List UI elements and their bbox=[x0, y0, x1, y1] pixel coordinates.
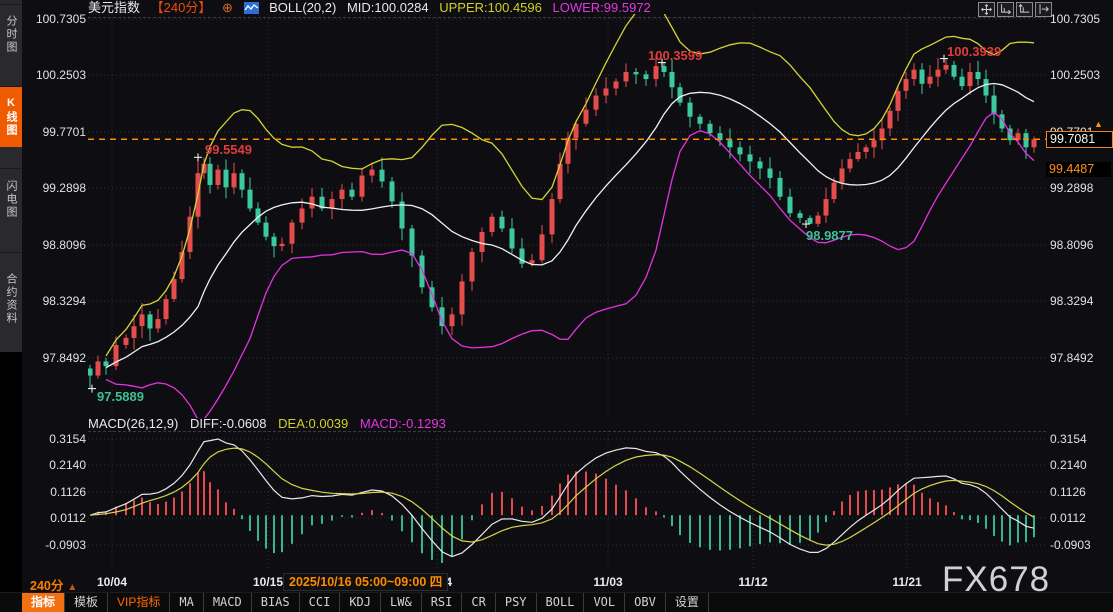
macd-label[interactable]: MACD(26,12,9) bbox=[88, 416, 178, 431]
macd-chart-canvas[interactable] bbox=[88, 431, 1046, 568]
macd-y-label-right-1: 0.2140 bbox=[1050, 459, 1087, 472]
macd-y-label-right-4: -0.0903 bbox=[1050, 539, 1091, 552]
toolbar-tab-boll[interactable]: BOLL bbox=[537, 593, 585, 612]
date-label-10-15: 10/15 bbox=[253, 575, 283, 589]
toolbar-tab-bias[interactable]: BIAS bbox=[252, 593, 300, 612]
interval-text: 240分 bbox=[30, 579, 63, 593]
main-chart-canvas[interactable] bbox=[88, 14, 1046, 418]
toolbar-tab-macd[interactable]: MACD bbox=[204, 593, 252, 612]
toolbar-tab-item0[interactable]: 指标 bbox=[22, 593, 65, 612]
interval-tag[interactable]: 【240分】 bbox=[151, 0, 212, 15]
macd-dea-value: DEA:0.0039 bbox=[278, 416, 348, 431]
toolbar-tab-cr[interactable]: CR bbox=[462, 593, 495, 612]
sidebar-item-4[interactable]: 合约资料 bbox=[0, 252, 22, 345]
toolbar-tab-item1[interactable]: 模板 bbox=[65, 593, 108, 612]
date-label-11-21: 11/21 bbox=[892, 575, 921, 589]
toolbar-tab-lw[interactable]: LW& bbox=[381, 593, 422, 612]
toolbar-tab-rsi[interactable]: RSI bbox=[422, 593, 463, 612]
main-y-label-left-3: 99.2898 bbox=[24, 182, 86, 195]
macd-y-label-left-4: -0.0903 bbox=[24, 539, 86, 552]
toolbar-tab-psy[interactable]: PSY bbox=[496, 593, 537, 612]
toolbar-tab-kdj[interactable]: KDJ bbox=[340, 593, 381, 612]
sidebar-item-1[interactable]: 分时图 bbox=[0, 4, 22, 63]
indicator-toolbar: 指标模板VIP指标MAMACDBIASCCIKDJLW&RSICRPSYBOLL… bbox=[0, 592, 1113, 612]
macd-macd-value: MACD:-0.1293 bbox=[360, 416, 446, 431]
jump-to-latest-icon[interactable]: ▲ bbox=[1094, 119, 1103, 129]
main-y-label-left-5: 98.3294 bbox=[24, 295, 86, 308]
current-price-tag: 99.7081 bbox=[1046, 131, 1113, 148]
main-y-label-right-1: 100.2503 bbox=[1050, 69, 1100, 82]
macd-y-label-right-2: 0.1126 bbox=[1050, 486, 1086, 499]
toolbar-tab-cci[interactable]: CCI bbox=[300, 593, 341, 612]
macd-y-label-left-1: 0.2140 bbox=[24, 459, 86, 472]
boll-label[interactable]: BOLL(20,2) bbox=[269, 0, 336, 15]
main-y-label-left-4: 98.8096 bbox=[24, 239, 86, 252]
add-compare-icon[interactable]: ⊕ bbox=[222, 0, 233, 15]
main-y-label-left-1: 100.2503 bbox=[24, 69, 86, 82]
price-annotation-100.3939: 100.3939 bbox=[947, 44, 1001, 59]
main-y-label-right-4: 98.8096 bbox=[1050, 239, 1093, 252]
macd-y-label-left-3: 0.0112 bbox=[24, 512, 86, 525]
main-y-label-right-0: 100.7305 bbox=[1050, 13, 1100, 26]
main-y-label-left-6: 97.8492 bbox=[24, 352, 86, 365]
price-annotation-97.5889: 97.5889 bbox=[97, 389, 144, 404]
boll-lower-value: LOWER:99.5972 bbox=[553, 0, 651, 15]
main-y-label-right-5: 98.3294 bbox=[1050, 295, 1093, 308]
main-y-label-right-6: 97.8492 bbox=[1050, 352, 1093, 365]
main-y-label-left-0: 100.7305 bbox=[24, 13, 86, 26]
macd-y-label-left-0: 0.3154 bbox=[24, 433, 86, 446]
date-label-10-04: 10/04 bbox=[97, 575, 127, 589]
kline-app: 分时图 K线图闪电图合约资料 美元指数 【240分】 ⊕ BOLL(20,2) M… bbox=[0, 0, 1113, 612]
price-annotation-98.9877: 98.9877 bbox=[806, 228, 853, 243]
toolbar-tab-obv[interactable]: OBV bbox=[625, 593, 666, 612]
macd-y-label-right-3: 0.0112 bbox=[1050, 512, 1086, 525]
date-label-11-12: 11/12 bbox=[738, 575, 767, 589]
main-y-label-left-2: 99.7701 bbox=[24, 126, 86, 139]
toolbar-tab-ma[interactable]: MA bbox=[170, 593, 203, 612]
sidebar-item-2[interactable]: K线图 bbox=[0, 86, 22, 147]
macd-diff-value: DIFF:-0.0608 bbox=[190, 416, 267, 431]
date-label-11-03: 11/03 bbox=[593, 575, 622, 589]
toolbar-tab-item2[interactable]: VIP指标 bbox=[108, 593, 170, 612]
bar-time-tooltip: 2025/10/16 05:00~09:00 四 bbox=[283, 573, 448, 591]
main-y-label-right-3: 99.2898 bbox=[1050, 182, 1093, 195]
price-annotation-99.5549: 99.5549 bbox=[205, 142, 252, 157]
reference-price-tag: 99.4487 bbox=[1046, 162, 1111, 177]
chart-type-sidebar: 分时图 K线图闪电图合约资料 bbox=[0, 0, 22, 612]
instrument-title: 美元指数 bbox=[88, 0, 140, 15]
price-annotation-100.3599: 100.3599 bbox=[648, 48, 702, 63]
toolbar-tab-vol[interactable]: VOL bbox=[584, 593, 625, 612]
macd-y-label-right-0: 0.3154 bbox=[1050, 433, 1087, 446]
boll-upper-value: UPPER:100.4596 bbox=[439, 0, 542, 15]
macd-header: MACD(26,12,9) DIFF:-0.0608 DEA:0.0039 MA… bbox=[88, 417, 1046, 432]
sidebar-item-3[interactable]: 闪电图 bbox=[0, 168, 22, 229]
boll-mid-value: MID:100.0284 bbox=[347, 0, 429, 15]
toolbar-tab-item15[interactable]: 设置 bbox=[666, 593, 709, 612]
macd-y-label-left-2: 0.1126 bbox=[24, 486, 86, 499]
